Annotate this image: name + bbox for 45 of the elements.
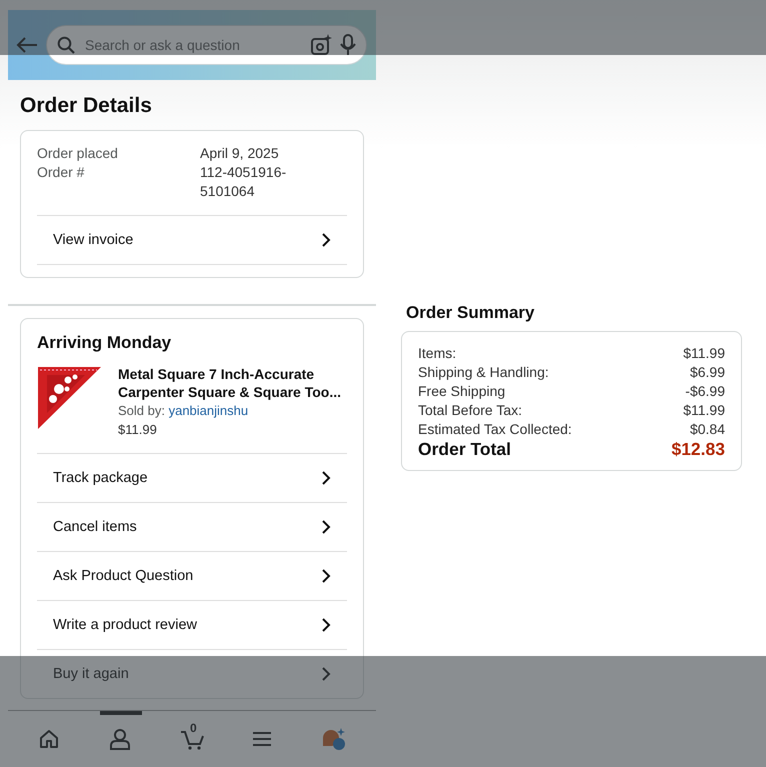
back-icon[interactable]	[16, 37, 38, 53]
cart-count: 0	[190, 721, 197, 735]
summary-value: $11.99	[683, 344, 725, 363]
product-title[interactable]: Metal Square 7 Inch-Accurate Carpenter Square & Square Too...	[118, 365, 358, 401]
search-icon	[57, 36, 75, 54]
chevron-icon	[321, 470, 331, 486]
action-row[interactable]: Track package	[37, 453, 347, 502]
total-label: Order Total	[418, 439, 512, 460]
person-icon[interactable]	[108, 728, 133, 750]
summary-value: $6.99	[690, 363, 725, 382]
chevron-icon	[321, 568, 331, 584]
page-title: Order Details	[20, 94, 153, 118]
summary-value: $11.99	[683, 401, 725, 420]
summary-title: Order Summary	[406, 303, 536, 323]
camera-icon[interactable]	[310, 34, 332, 56]
invoice-link[interactable]: View invoice	[37, 215, 347, 265]
summary-label: Total Before Tax:	[418, 401, 522, 420]
info-value: April 9, 2025	[200, 144, 280, 163]
search-bar[interactable]: Search or ask a question	[46, 25, 367, 65]
summary-value: -$6.99	[685, 382, 725, 401]
chat-icon[interactable]	[322, 728, 346, 750]
summary-label: Items:	[418, 344, 456, 363]
total-value: $12.83	[671, 439, 725, 460]
seller-link[interactable]: yanbianjinshu	[168, 403, 248, 418]
info-label: Order #	[37, 163, 86, 182]
action-row[interactable]: Ask Product Question	[37, 551, 347, 600]
search-field[interactable]: Search or ask a question	[83, 36, 302, 54]
chevron-icon	[321, 519, 331, 535]
summary-label: Free Shipping	[418, 382, 506, 401]
nav-tab[interactable]: 0	[170, 711, 213, 767]
chevron-icon	[321, 232, 331, 248]
action-row[interactable]: Cancel items	[37, 502, 347, 551]
action-row[interactable]: Write a product review	[37, 600, 347, 649]
chevron-icon	[321, 617, 331, 633]
summary-label: Estimated Tax Collected:	[418, 420, 572, 439]
microphone-icon[interactable]	[340, 34, 356, 56]
summary-label: Shipping & Handling:	[418, 363, 549, 382]
seller-line: Sold by: yanbianjinshu	[118, 402, 250, 420]
action-row[interactable]: Buy it again	[37, 649, 347, 698]
info-label: Order placed	[37, 144, 119, 163]
shipment-heading: Arriving Monday	[37, 332, 172, 353]
summary-value: $0.84	[690, 420, 725, 439]
product-price: $11.99	[118, 421, 158, 439]
chevron-icon	[321, 666, 331, 682]
info-value: 112-4051916-5101064	[200, 163, 288, 201]
